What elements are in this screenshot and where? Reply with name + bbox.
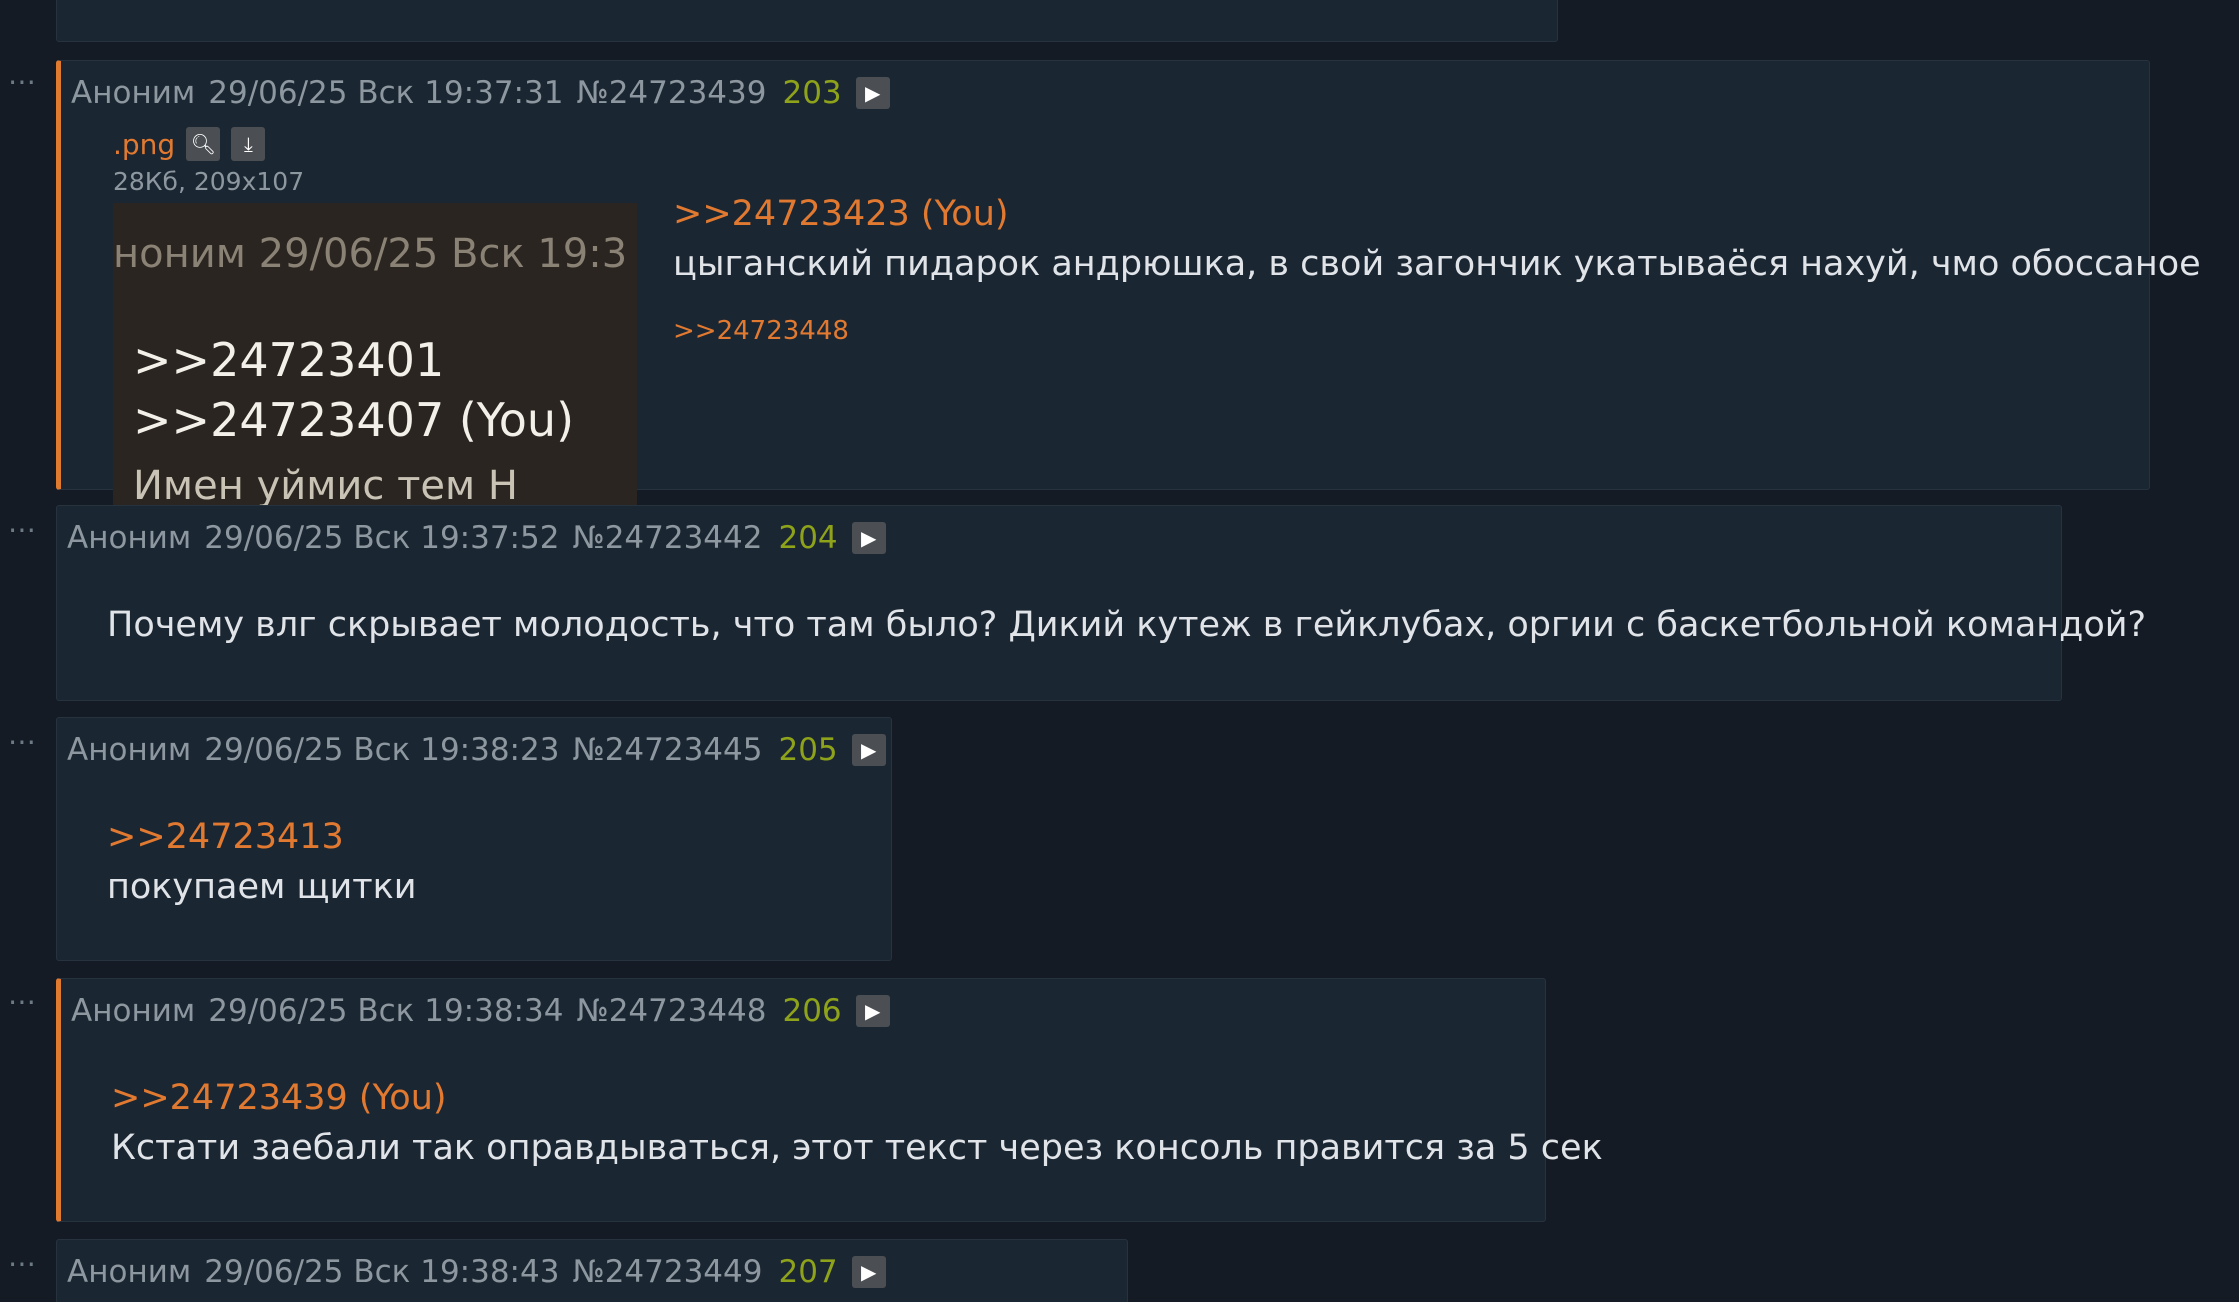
post-header: Аноним 29/06/25 Вск 19:38:23 №24723445 2… (67, 730, 886, 770)
post-text: Кстати заебали так оправдываться, этот т… (111, 1128, 1603, 1168)
post-count: 206 (782, 993, 842, 1029)
post-number[interactable]: №24723439 (576, 75, 766, 111)
post-author: Аноним (71, 993, 196, 1029)
reply-link[interactable]: >>24723439 (You) (111, 1073, 1603, 1123)
play-icon[interactable]: ▶ (855, 77, 890, 109)
post-24723442: Аноним 29/06/25 Вск 19:37:52 №24723442 2… (56, 505, 2146, 701)
post-author: Аноним (67, 1254, 192, 1290)
thumbnail-text: >>24723407 (You) (133, 393, 575, 447)
file-info: .png 🔍︎ ⤓ 28Кб, 209x107 (113, 127, 304, 196)
post-date: 29/06/25 Вск 19:37:31 (208, 75, 564, 111)
post-count: 205 (778, 732, 838, 768)
post-header: Аноним 29/06/25 Вск 19:37:31 №24723439 2… (71, 73, 890, 113)
post-number[interactable]: №24723448 (576, 993, 766, 1029)
post-message: >>24723439 (You) Кстати заебали так опра… (111, 1073, 1603, 1173)
post-header: Аноним 29/06/25 Вск 19:38:34 №24723448 2… (71, 991, 890, 1031)
download-icon[interactable]: ⤓ (231, 127, 266, 161)
post-menu-icon[interactable]: ⋯ (8, 728, 38, 756)
play-icon[interactable]: ▶ (851, 734, 886, 766)
post-header: Аноним 29/06/25 Вск 19:37:52 №24723442 2… (67, 518, 886, 558)
post-count: 203 (782, 75, 842, 111)
post-count: 207 (778, 1254, 838, 1290)
post-date: 29/06/25 Вск 19:38:34 (208, 993, 564, 1029)
post-text: цыганский пидарок андрюшка, в свой загон… (673, 244, 2201, 284)
post-text: Почему влг скрывает молодость, что там б… (107, 605, 2147, 645)
post-menu-icon[interactable]: ⋯ (8, 1250, 38, 1278)
thumbnail-text: Имен уймис тем Н (133, 463, 518, 509)
attachment-thumbnail[interactable]: ноним 29/06/25 Вск 19:3 >>24723401 >>247… (113, 203, 637, 527)
thumbnail-text: ноним 29/06/25 Вск 19:3 (113, 231, 628, 277)
post-author: Аноним (67, 520, 192, 556)
post-menu-icon[interactable]: ⋯ (8, 68, 38, 96)
post-text: покупаем щитки (107, 867, 417, 907)
reply-link[interactable]: >>24723413 (107, 812, 417, 862)
play-icon[interactable]: ▶ (855, 995, 890, 1027)
post-message: >>24723413 покупаем щитки (107, 812, 417, 912)
post-24723439: Аноним 29/06/25 Вск 19:37:31 №24723439 2… (56, 60, 2201, 527)
file-size: 28Кб, 209x107 (113, 167, 305, 196)
post-header: Аноним 29/06/25 Вск 19:38:43 №24723449 2… (67, 1252, 886, 1292)
search-icon[interactable]: 🔍︎ (186, 127, 221, 161)
play-icon[interactable]: ▶ (851, 1256, 886, 1288)
play-icon[interactable]: ▶ (851, 522, 886, 554)
thread: ⋯ Аноним 29/06/25 Вск 19:37:31 №24723439… (0, 0, 2239, 1302)
post-24723445: Аноним 29/06/25 Вск 19:38:23 №24723445 2… (56, 717, 892, 961)
post-number[interactable]: №24723442 (572, 520, 762, 556)
post-author: Аноним (71, 75, 196, 111)
file-name[interactable]: .png (113, 128, 175, 161)
post-author: Аноним (67, 732, 192, 768)
post-menu-icon[interactable]: ⋯ (8, 516, 38, 544)
post-24723448: Аноним 29/06/25 Вск 19:38:34 №24723448 2… (56, 978, 1603, 1222)
post-date: 29/06/25 Вск 19:38:23 (204, 732, 560, 768)
post-count: 204 (778, 520, 838, 556)
post-date: 29/06/25 Вск 19:38:43 (204, 1254, 560, 1290)
post-message: >>24723423 (You) цыганский пидарок андрю… (673, 189, 2201, 349)
post-date: 29/06/25 Вск 19:37:52 (204, 520, 560, 556)
backlink[interactable]: >>24723448 (673, 313, 2201, 349)
post-24723449: Аноним 29/06/25 Вск 19:38:43 №24723449 2… (56, 1239, 1128, 1302)
post-previous (56, 0, 1558, 42)
post-number[interactable]: №24723445 (572, 732, 762, 768)
thumbnail-text: >>24723401 (133, 333, 445, 387)
post-message: Почему влг скрывает молодость, что там б… (107, 600, 2146, 650)
reply-link[interactable]: >>24723423 (You) (673, 189, 2201, 239)
post-number[interactable]: №24723449 (572, 1254, 762, 1290)
post-menu-icon[interactable]: ⋯ (8, 988, 38, 1016)
